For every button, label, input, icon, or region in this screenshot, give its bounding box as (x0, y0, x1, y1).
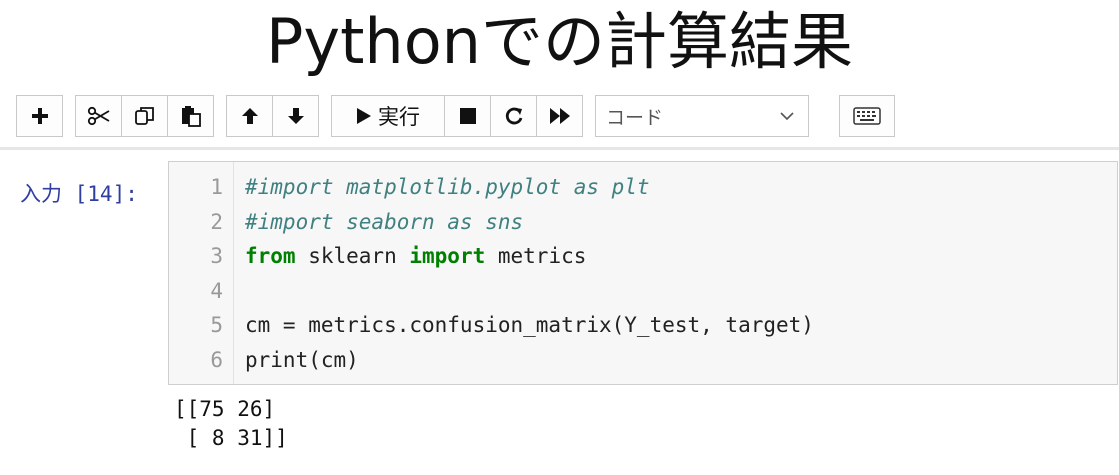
move-up-button[interactable] (226, 95, 273, 137)
code-comment: #import seaborn as sns (245, 209, 524, 234)
fast-forward-icon (549, 108, 570, 124)
code-text: cm = metrics.confusion_matrix(Y_test, ta… (245, 313, 814, 337)
code-line: 4 (169, 274, 1109, 309)
code-keyword: import (409, 244, 486, 268)
arrow-down-icon (287, 108, 304, 124)
line-number: 1 (210, 175, 223, 199)
move-group (226, 95, 319, 137)
paste-button[interactable] (167, 95, 214, 137)
input-prompt: 入力 [14]: (20, 182, 138, 206)
keyboard-shortcuts-button[interactable] (839, 95, 895, 137)
code-keyword: from (245, 244, 296, 268)
keyboard-icon (853, 107, 881, 125)
code-line: 5 cm = metrics.confusion_matrix(Y_test, … (169, 308, 1109, 343)
run-all-button[interactable] (536, 95, 583, 137)
restart-button[interactable] (490, 95, 537, 137)
restart-icon (505, 107, 522, 125)
line-number: 3 (210, 244, 223, 268)
code-line: 1 #import matplotlib.pyplot as plt (169, 170, 1109, 205)
code-editor[interactable]: 1 #import matplotlib.pyplot as plt 2 #im… (169, 170, 1109, 377)
code-cell[interactable]: 1 #import matplotlib.pyplot as plt 2 #im… (168, 161, 1118, 385)
plus-icon (31, 108, 48, 124)
scissors-icon (87, 106, 109, 126)
move-down-button[interactable] (272, 95, 319, 137)
notebook-toolbar: 実行 コード (16, 93, 895, 139)
line-number: 2 (210, 209, 223, 234)
insert-cell-button[interactable] (16, 95, 63, 137)
line-number: 4 (210, 278, 223, 303)
code-comment: #import matplotlib.pyplot as plt (245, 175, 650, 199)
code-line: 6 print(cm) (169, 343, 1109, 378)
output-line: [ 8 31]] (174, 426, 288, 450)
line-number: 6 (210, 347, 223, 372)
code-text: metrics (485, 244, 587, 268)
play-icon (357, 108, 371, 124)
edit-group (75, 95, 214, 137)
code-line: 2 #import seaborn as sns (169, 205, 1109, 240)
copy-button[interactable] (121, 95, 168, 137)
cell-type-select[interactable]: コード (595, 95, 809, 137)
run-button[interactable]: 実行 (331, 95, 445, 137)
code-text: sklearn (295, 244, 410, 268)
arrow-up-icon (241, 108, 258, 124)
run-button-label: 実行 (378, 105, 420, 129)
paste-icon (181, 106, 201, 127)
copy-icon (134, 107, 154, 125)
run-group: 実行 (331, 95, 583, 137)
output-line: [[75 26] (174, 397, 276, 421)
cell-type-value: コード (606, 106, 664, 129)
code-line: 3 from sklearn import metrics (169, 239, 1109, 274)
insert-group (16, 95, 63, 137)
cell-output: [[75 26] [ 8 31]] (174, 395, 288, 453)
line-number: 5 (210, 313, 223, 337)
stop-button[interactable] (444, 95, 491, 137)
chevron-down-icon (780, 112, 794, 121)
cut-button[interactable] (75, 95, 122, 137)
code-text: print(cm) (245, 347, 359, 372)
slide-title: Pythonでの計算結果 (266, 5, 853, 78)
toolbar-divider (0, 147, 1119, 150)
stop-icon (459, 108, 476, 124)
